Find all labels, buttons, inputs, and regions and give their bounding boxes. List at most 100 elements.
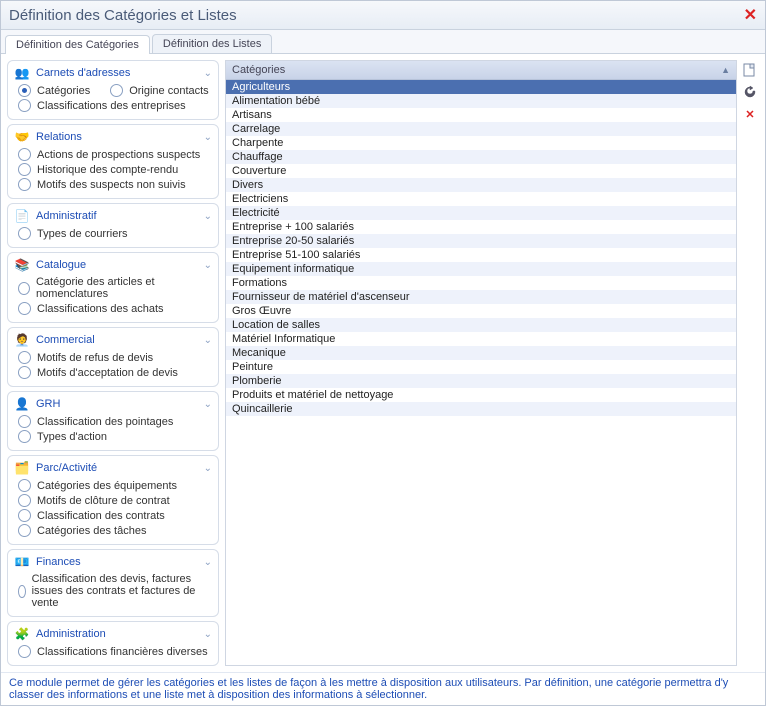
table-row[interactable]: Chauffage xyxy=(226,150,736,164)
table-row[interactable]: Gros Œuvre xyxy=(226,304,736,318)
group-title: Carnets d'adresses xyxy=(36,67,130,79)
table-row[interactable]: Location de salles xyxy=(226,318,736,332)
table-row[interactable]: Carrelage xyxy=(226,122,736,136)
option[interactable]: Classification des pointages xyxy=(18,414,212,429)
radio-icon xyxy=(18,148,31,161)
group-5: 👤GRH⌄ Classification des pointagesTypes d… xyxy=(7,391,219,451)
chevron-icon: ⌄ xyxy=(204,557,212,568)
group-header[interactable]: 🧩Administration⌄ xyxy=(14,626,212,642)
table-row[interactable]: Fournisseur de matériel d'ascenseur xyxy=(226,290,736,304)
table-row[interactable]: Divers xyxy=(226,178,736,192)
option[interactable]: Catégories des équipements xyxy=(18,478,212,493)
table-row[interactable]: Mecanique xyxy=(226,346,736,360)
main-panel: Catégories ▲ AgriculteursAlimentation bé… xyxy=(225,60,759,666)
option-label: Classification des devis, factures issue… xyxy=(32,573,212,609)
group-8: 🧩Administration⌄Classifications financiè… xyxy=(7,621,219,666)
table-row[interactable]: Alimentation bébé xyxy=(226,94,736,108)
option-label: Types de courriers xyxy=(37,228,127,240)
option[interactable]: Motifs de refus de devis xyxy=(18,350,212,365)
option[interactable]: Classification des devis, factures issue… xyxy=(18,572,212,610)
option[interactable]: Classifications des entreprises xyxy=(18,98,212,113)
radio-icon xyxy=(18,509,31,522)
table-row[interactable]: Peinture xyxy=(226,360,736,374)
tab-1[interactable]: Définition des Listes xyxy=(152,34,272,53)
group-header[interactable]: 🗂️Parc/Activité⌄ xyxy=(14,460,212,476)
option[interactable]: Catégories xyxy=(18,83,90,98)
table-row[interactable]: Matériel Informatique xyxy=(226,332,736,346)
group-header[interactable]: 📚Catalogue⌄ xyxy=(14,257,212,273)
radio-icon xyxy=(18,494,31,507)
group-title: Commercial xyxy=(36,334,95,346)
group-options: Catégorie des articles et nomenclaturesC… xyxy=(18,275,212,316)
tab-0[interactable]: Définition des Catégories xyxy=(5,35,150,54)
group-6: 🗂️Parc/Activité⌄Catégories des équipemen… xyxy=(7,455,219,545)
group-options: Classifications financières diverses xyxy=(18,644,212,659)
delete-button[interactable]: ✕ xyxy=(742,106,758,122)
option[interactable]: Motifs d'acceptation de devis xyxy=(18,365,212,380)
option-label: Classification des contrats xyxy=(37,510,165,522)
group-4: 🧑‍💼Commercial⌄ Motifs de refus de devisMo… xyxy=(7,327,219,387)
table-row[interactable]: Artisans xyxy=(226,108,736,122)
group-header[interactable]: 📄Administratif⌄ xyxy=(14,208,212,224)
list-rows: AgriculteursAlimentation bébéArtisansCar… xyxy=(226,80,736,416)
option[interactable]: Types de courriers xyxy=(18,226,212,241)
radio-icon xyxy=(18,84,31,97)
new-button[interactable] xyxy=(742,62,758,78)
table-row[interactable]: Quincaillerie xyxy=(226,402,736,416)
tab-bar: Définition des CatégoriesDéfinition des … xyxy=(1,30,765,54)
group-title: Administration xyxy=(36,628,106,640)
table-row[interactable]: Electriciens xyxy=(226,192,736,206)
titlebar: Définition des Catégories et Listes ✕ xyxy=(1,1,765,30)
group-title: Catalogue xyxy=(36,259,86,271)
option[interactable]: Historique des compte-rendu xyxy=(18,162,212,177)
sidebar: 👥Carnets d'adresses⌄ Catégories Origine co… xyxy=(7,60,219,666)
table-row[interactable]: Plomberie xyxy=(226,374,736,388)
group-options: Catégories des équipements Motifs de clôt… xyxy=(18,478,212,538)
option[interactable]: Classification des contrats xyxy=(18,508,212,523)
radio-icon xyxy=(18,302,31,315)
close-icon[interactable]: ✕ xyxy=(744,5,757,25)
radio-icon xyxy=(18,415,31,428)
table-row[interactable]: Equipement informatique xyxy=(226,262,736,276)
group-header[interactable]: 👤GRH⌄ xyxy=(14,396,212,412)
group-title: Parc/Activité xyxy=(36,462,97,474)
table-row[interactable]: Charpente xyxy=(226,136,736,150)
chevron-icon: ⌄ xyxy=(204,211,212,222)
option[interactable]: Classifications financières diverses xyxy=(18,644,212,659)
radio-icon xyxy=(18,282,30,295)
group-title: Relations xyxy=(36,131,82,143)
radio-icon xyxy=(18,178,31,191)
group-header[interactable]: 🧑‍💼Commercial⌄ xyxy=(14,332,212,348)
table-row[interactable]: Entreprise 51-100 salariés xyxy=(226,248,736,262)
option-label: Motifs de refus de devis xyxy=(37,352,153,364)
option[interactable]: Motifs de clôture de contrat xyxy=(18,493,212,508)
table-row[interactable]: Electricité xyxy=(226,206,736,220)
table-row[interactable]: Formations xyxy=(226,276,736,290)
option[interactable]: Motifs des suspects non suivis xyxy=(18,177,212,192)
table-row[interactable]: Couverture xyxy=(226,164,736,178)
table-row[interactable]: Entreprise + 100 salariés xyxy=(226,220,736,234)
option[interactable]: Catégorie des articles et nomenclatures xyxy=(18,275,212,301)
group-header[interactable]: 🤝Relations⌄ xyxy=(14,129,212,145)
option[interactable]: Classifications des achats xyxy=(18,301,212,316)
list-header[interactable]: Catégories ▲ xyxy=(226,61,736,80)
group-header[interactable]: 👥Carnets d'adresses⌄ xyxy=(14,65,212,81)
option-label: Motifs de clôture de contrat xyxy=(37,495,170,507)
refresh-button[interactable] xyxy=(742,84,758,100)
option-label: Catégories des équipements xyxy=(37,480,177,492)
table-row[interactable]: Agriculteurs xyxy=(226,80,736,94)
group-options: Types de courriers xyxy=(18,226,212,241)
table-row[interactable]: Entreprise 20-50 salariés xyxy=(226,234,736,248)
radio-icon xyxy=(18,585,26,598)
finance-icon: 💶 xyxy=(14,554,30,570)
group-2: 📄Administratif⌄ Types de courriers xyxy=(7,203,219,248)
option[interactable]: Catégories des tâches xyxy=(18,523,212,538)
table-row[interactable]: Produits et matériel de nettoyage xyxy=(226,388,736,402)
option-label: Actions de prospections suspects xyxy=(37,149,200,161)
group-header[interactable]: 💶Finances⌄ xyxy=(14,554,212,570)
option[interactable]: Origine contacts xyxy=(110,83,208,98)
option[interactable]: Types d'action xyxy=(18,429,212,444)
admin-icon: 🧩 xyxy=(14,626,30,642)
option[interactable]: Actions de prospections suspects xyxy=(18,147,212,162)
chevron-icon: ⌄ xyxy=(204,463,212,474)
